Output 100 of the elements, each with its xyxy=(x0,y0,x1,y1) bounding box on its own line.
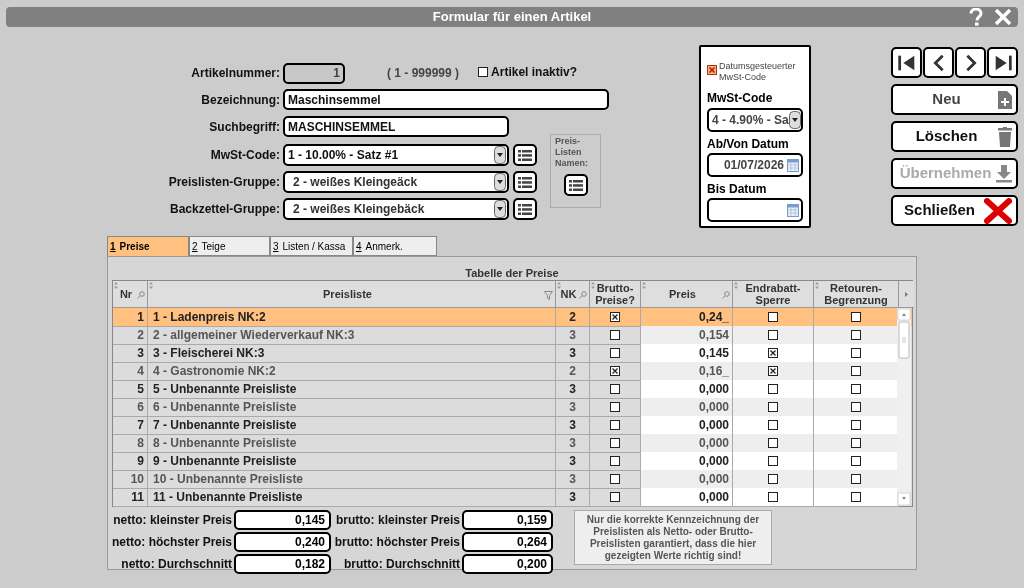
checkbox[interactable] xyxy=(610,330,620,340)
checkbox[interactable] xyxy=(851,420,861,430)
nav-button[interactable] xyxy=(923,47,954,78)
info-note: Nur die korrekte Kennzeichnung der Preislisten als Netto- oder Brutto-Preislisten garantiert, dass die hier gezeigten Werte richtig sind! xyxy=(574,510,772,565)
sort-icon xyxy=(114,282,118,289)
filter-icon[interactable] xyxy=(544,291,553,300)
tab[interactable]: 2 Teige xyxy=(189,236,270,256)
action-button[interactable]: Neu xyxy=(891,84,1018,115)
window-title: Formular für einen Artikel xyxy=(432,8,592,27)
checkbox[interactable] xyxy=(610,420,620,430)
field-label: Suchbegriff: xyxy=(208,118,281,136)
column-header[interactable]: Nr xyxy=(113,281,148,308)
checkbox[interactable] xyxy=(768,492,778,502)
checkbox[interactable] xyxy=(851,438,861,448)
checkbox[interactable] xyxy=(851,312,861,322)
summary-label: brutto: höchster Preis xyxy=(333,534,461,551)
help-icon[interactable] xyxy=(968,8,984,26)
checkbox[interactable] xyxy=(768,330,778,340)
dropdown[interactable]: 4 - 4.90% - Sa xyxy=(707,108,803,132)
more-columns-icon[interactable] xyxy=(905,291,908,297)
action-button[interactable]: Löschen xyxy=(891,121,1018,152)
checkbox[interactable] xyxy=(851,492,861,502)
checkbox[interactable] xyxy=(851,402,861,412)
checkbox[interactable] xyxy=(851,474,861,484)
checkbox[interactable] xyxy=(851,330,861,340)
input-field[interactable]: Maschinsemmel xyxy=(283,89,609,110)
list-button[interactable] xyxy=(563,174,588,196)
column-header[interactable]: Preisliste xyxy=(148,281,556,308)
checkbox[interactable] xyxy=(851,456,861,466)
nav-button[interactable] xyxy=(987,47,1018,78)
checkbox[interactable] xyxy=(768,348,778,358)
tab[interactable]: 4 Anmerk. xyxy=(353,236,437,256)
checkbox[interactable] xyxy=(610,384,620,394)
summary-label: brutto: kleinster Preis xyxy=(334,512,461,529)
list-icon xyxy=(518,203,532,215)
calendar-icon[interactable] xyxy=(787,203,799,217)
action-button[interactable]: Schließen xyxy=(891,195,1018,226)
summary-field: 0,264 xyxy=(462,532,553,552)
list-button[interactable] xyxy=(513,198,537,220)
checkbox[interactable] xyxy=(610,492,620,502)
checkbox[interactable] xyxy=(851,384,861,394)
summary-field: 0,159 xyxy=(462,510,553,530)
checkbox[interactable] xyxy=(707,65,717,75)
checkbox[interactable] xyxy=(768,474,778,484)
checkbox[interactable] xyxy=(610,366,620,376)
checkbox[interactable] xyxy=(768,402,778,412)
field-label: Preislisten-Gruppe: xyxy=(167,174,281,191)
table-cell: 11 - Unbenannte Preisliste xyxy=(148,488,556,507)
date-field[interactable] xyxy=(707,198,803,222)
summary-label: netto: höchster Preis xyxy=(112,534,234,551)
dropdown[interactable]: 2 - weißes Kleingebäck xyxy=(283,198,509,220)
tab[interactable]: 3 Listen / Kassa xyxy=(270,236,353,256)
field-label: MwSt-Code: xyxy=(209,147,281,164)
date-field[interactable]: 01/07/2026 xyxy=(707,153,803,177)
checkbox[interactable] xyxy=(610,348,620,358)
calendar-icon[interactable] xyxy=(787,158,799,172)
tab[interactable]: 1 Preise xyxy=(107,236,189,256)
checkbox[interactable] xyxy=(768,456,778,466)
trash-icon xyxy=(998,126,1012,147)
table-title: Tabelle der Preise xyxy=(464,266,560,280)
field-label: Ab/Von Datum xyxy=(707,136,790,153)
column-header[interactable]: NK xyxy=(556,281,590,308)
column-header[interactable]: Endrabatt-Sperre xyxy=(733,281,814,308)
checkbox[interactable] xyxy=(768,384,778,394)
scrollbar[interactable] xyxy=(897,308,911,506)
checkbox[interactable] xyxy=(768,438,778,448)
column-header[interactable]: Preis xyxy=(641,281,733,308)
column-header[interactable]: Retouren-Begrenzung xyxy=(814,281,899,308)
checkbox[interactable] xyxy=(851,366,861,376)
checkbox[interactable] xyxy=(768,366,778,376)
table-row[interactable]: 1 1 - Ladenpreis NK:2 2 0,24_ xyxy=(113,308,912,326)
checkbox[interactable] xyxy=(851,348,861,358)
summary-field: 0,240 xyxy=(234,532,331,552)
checkbox[interactable] xyxy=(768,420,778,430)
field-label: MwSt-Code xyxy=(707,90,774,107)
group-label: Namen: xyxy=(555,158,588,169)
list-button[interactable] xyxy=(513,144,537,166)
checkbox[interactable] xyxy=(768,312,778,322)
list-button[interactable] xyxy=(513,171,537,193)
dropdown-value: 2 - weißes Kleingeäck xyxy=(292,174,418,191)
field-label: Backzettel-Gruppe: xyxy=(168,201,281,218)
column-header[interactable]: Brutto-Preise? xyxy=(590,281,641,308)
checkbox[interactable] xyxy=(610,474,620,484)
date-value: 01/07/2026 xyxy=(723,157,784,174)
checkbox[interactable] xyxy=(478,67,489,77)
checkbox[interactable] xyxy=(610,438,620,448)
table-cell: 0,000 xyxy=(641,488,733,507)
nav-button[interactable] xyxy=(891,47,922,78)
input-field[interactable]: MASCHINSEMMEL xyxy=(283,116,509,137)
field-label: Artikelnummer: xyxy=(190,65,281,82)
checkbox[interactable] xyxy=(610,456,620,466)
summary-label: netto: kleinster Preis xyxy=(112,512,233,529)
checkbox[interactable] xyxy=(610,312,620,322)
dropdown[interactable]: 1 - 10.00% - Satz #1 xyxy=(283,144,509,166)
dropdown[interactable]: 2 - weißes Kleingeäck xyxy=(283,171,509,193)
close-icon[interactable] xyxy=(994,8,1012,26)
checkbox[interactable] xyxy=(610,402,620,412)
checkbox-label: Datumsgesteuerter MwSt-Code xyxy=(719,61,797,83)
nav-button[interactable] xyxy=(955,47,986,78)
summary-field: 0,145 xyxy=(234,510,331,530)
